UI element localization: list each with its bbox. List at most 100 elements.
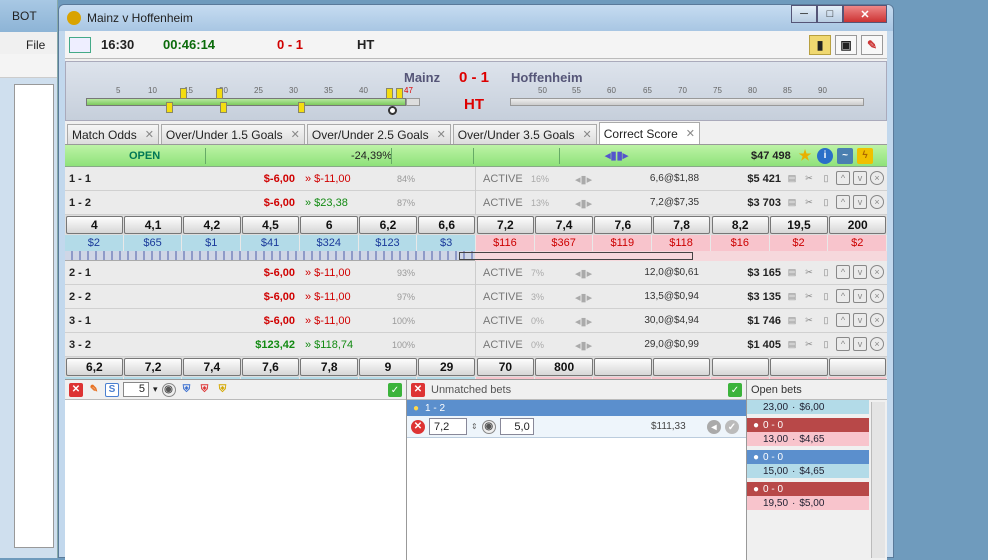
add-market-icon[interactable]	[69, 36, 91, 53]
move-back-icon[interactable]: ◂	[707, 420, 721, 434]
unmatched-check-icon[interactable]: ✓	[728, 383, 742, 397]
window-icon[interactable]: ▣	[835, 35, 857, 55]
runner-row[interactable]: 3 - 2 $123,42 » $118,74 100% ACTIVE 0% ◂…	[65, 333, 887, 357]
shield-red-icon[interactable]: ⛨	[198, 383, 212, 397]
lay-odds-button[interactable]	[770, 358, 828, 376]
close-tab-icon[interactable]: ✕	[437, 128, 446, 141]
maximize-button[interactable]: □	[817, 5, 843, 23]
collapse-icon[interactable]: v	[853, 265, 867, 279]
back-odds-button[interactable]: 7,8	[300, 358, 358, 376]
runner-chart-icon[interactable]: ▤	[785, 337, 799, 351]
close-tab-icon[interactable]: ✕	[686, 127, 695, 140]
back-odds-button[interactable]: 4	[65, 216, 124, 234]
tab-over-under-1-5[interactable]: Over/Under 1.5 Goals ✕	[160, 124, 305, 144]
back-odds-button[interactable]: 6,2	[359, 216, 417, 234]
runner-row[interactable]: 1 - 2 $-6,00 » $23,38 87% ACTIVE 13% ◂▮▸…	[65, 191, 887, 215]
collapse-icon[interactable]: v	[853, 313, 867, 327]
file-menu[interactable]: File	[0, 32, 57, 54]
runner-tools-icon[interactable]: ✂	[802, 171, 816, 185]
back-odds-button[interactable]: 9	[359, 358, 417, 376]
runner-ladder-icon[interactable]: ▯	[819, 265, 833, 279]
shield-yellow-icon[interactable]: ⛨	[216, 383, 230, 397]
runner-chart-icon[interactable]: ▤	[785, 313, 799, 327]
tab-correct-score[interactable]: Correct Score ✕	[598, 122, 700, 144]
lay-odds-button[interactable]	[711, 358, 770, 376]
back-odds-button[interactable]: 6	[300, 216, 358, 234]
lay-odds-button[interactable]	[594, 358, 652, 376]
unmatched-stake-input[interactable]: 5,0	[499, 418, 534, 435]
collapse-icon[interactable]: v	[853, 195, 867, 209]
cancel-all-icon[interactable]: ✕	[69, 382, 83, 397]
price-history-icon[interactable]: ◂▮▸	[575, 197, 605, 210]
expand-icon[interactable]: ^	[836, 313, 850, 327]
back-odds-button[interactable]: 7,2	[124, 358, 182, 376]
collapse-icon[interactable]: v	[853, 171, 867, 185]
cancel-unmatched-all-icon[interactable]: ✕	[411, 382, 425, 397]
remove-icon[interactable]: ×	[870, 171, 884, 185]
minimize-button[interactable]: ─	[791, 5, 817, 23]
lay-odds-button[interactable]: 200	[828, 216, 887, 234]
reset-bet-icon[interactable]: ◉	[481, 419, 496, 434]
remove-icon[interactable]: ×	[870, 313, 884, 327]
back-odds-button[interactable]: 29	[417, 358, 476, 376]
tab-over-under-3-5[interactable]: Over/Under 3.5 Goals ✕	[452, 124, 597, 144]
runner-ladder-icon[interactable]: ▯	[819, 171, 833, 185]
price-history-icon[interactable]: ◂▮▸	[575, 173, 605, 186]
price-history-icon[interactable]: ◂▮▸	[575, 339, 605, 352]
runner-tools-icon[interactable]: ✂	[802, 265, 816, 279]
unmatched-odds-input[interactable]: 7,2	[429, 418, 467, 435]
lay-odds-button[interactable]: 7,6	[594, 216, 652, 234]
star-icon[interactable]: ★	[797, 147, 813, 164]
cancel-unmatched-icon[interactable]: ✎	[87, 383, 101, 397]
lay-odds-button[interactable]	[652, 358, 711, 376]
back-odds-button[interactable]: 4,2	[183, 216, 241, 234]
runner-ladder-icon[interactable]: ▯	[819, 195, 833, 209]
back-odds-button[interactable]: 7,4	[183, 358, 241, 376]
back-odds-button[interactable]: 4,5	[241, 216, 300, 234]
stake-mode-icon[interactable]: S	[105, 382, 119, 397]
shield-blue-icon[interactable]: ⛨	[180, 383, 194, 397]
back-odds-button[interactable]: 6,2	[65, 358, 124, 376]
runner-row[interactable]: 1 - 1 $-6,00 » $-11,00 84% ACTIVE 16% ◂▮…	[65, 167, 887, 191]
lay-odds-button[interactable]: 70	[476, 358, 535, 376]
open-bet-item[interactable]: 23,00 · $6,00	[747, 400, 869, 414]
lay-odds-button[interactable]: 7,8	[652, 216, 711, 234]
open-bet-item[interactable]: ● 0 - 0 13,00 · $4,65	[747, 418, 869, 446]
open-bet-item[interactable]: ● 0 - 0 19,50 · $5,00	[747, 482, 869, 510]
cancel-bet-icon[interactable]: ✕	[411, 419, 425, 434]
remove-icon[interactable]: ×	[870, 289, 884, 303]
close-button[interactable]: ✕	[843, 5, 887, 23]
runner-tools-icon[interactable]: ✂	[802, 195, 816, 209]
remove-icon[interactable]: ×	[870, 265, 884, 279]
pin-icon[interactable]: ✎	[861, 35, 883, 55]
remove-icon[interactable]: ×	[870, 337, 884, 351]
confirm-bet-icon[interactable]: ✓	[725, 420, 739, 434]
close-tab-icon[interactable]: ✕	[583, 128, 592, 141]
runner-tools-icon[interactable]: ✂	[802, 289, 816, 303]
runner-ladder-icon[interactable]: ▯	[819, 337, 833, 351]
lightning-icon[interactable]: ϟ	[857, 147, 873, 164]
reset-icon[interactable]: ◉	[161, 382, 176, 397]
chart-icon[interactable]: ▮	[809, 35, 831, 55]
odds-spinner-icon[interactable]: ⇕	[471, 422, 478, 431]
back-odds-button[interactable]: 6,6	[417, 216, 476, 234]
close-tab-icon[interactable]: ✕	[145, 128, 154, 141]
info-icon[interactable]: i	[817, 147, 833, 164]
price-history-icon[interactable]: ◂▮▸	[575, 291, 605, 304]
lay-odds-button[interactable]: 800	[535, 358, 593, 376]
back-odds-button[interactable]: 4,1	[124, 216, 182, 234]
background-window-titlebar[interactable]: BOT	[0, 0, 57, 32]
stake-spinner[interactable]: 5	[123, 382, 149, 397]
lay-odds-button[interactable]: 8,2	[711, 216, 770, 234]
confirm-check-icon[interactable]: ✓	[388, 383, 402, 397]
runner-ladder-icon[interactable]: ▯	[819, 313, 833, 327]
runner-chart-icon[interactable]: ▤	[785, 289, 799, 303]
runner-row[interactable]: 2 - 1 $-6,00 » $-11,00 93% ACTIVE 7% ◂▮▸…	[65, 261, 887, 285]
open-bet-item[interactable]: ● 0 - 0 15,00 · $4,65	[747, 450, 869, 478]
runner-chart-icon[interactable]: ▤	[785, 265, 799, 279]
back-odds-button[interactable]: 7,6	[241, 358, 300, 376]
expand-icon[interactable]: ^	[836, 289, 850, 303]
graph-icon[interactable]: ~	[837, 147, 853, 164]
runner-row[interactable]: 3 - 1 $-6,00 » $-11,00 100% ACTIVE 0% ◂▮…	[65, 309, 887, 333]
stake-dropdown-icon[interactable]: ▾	[153, 384, 158, 395]
